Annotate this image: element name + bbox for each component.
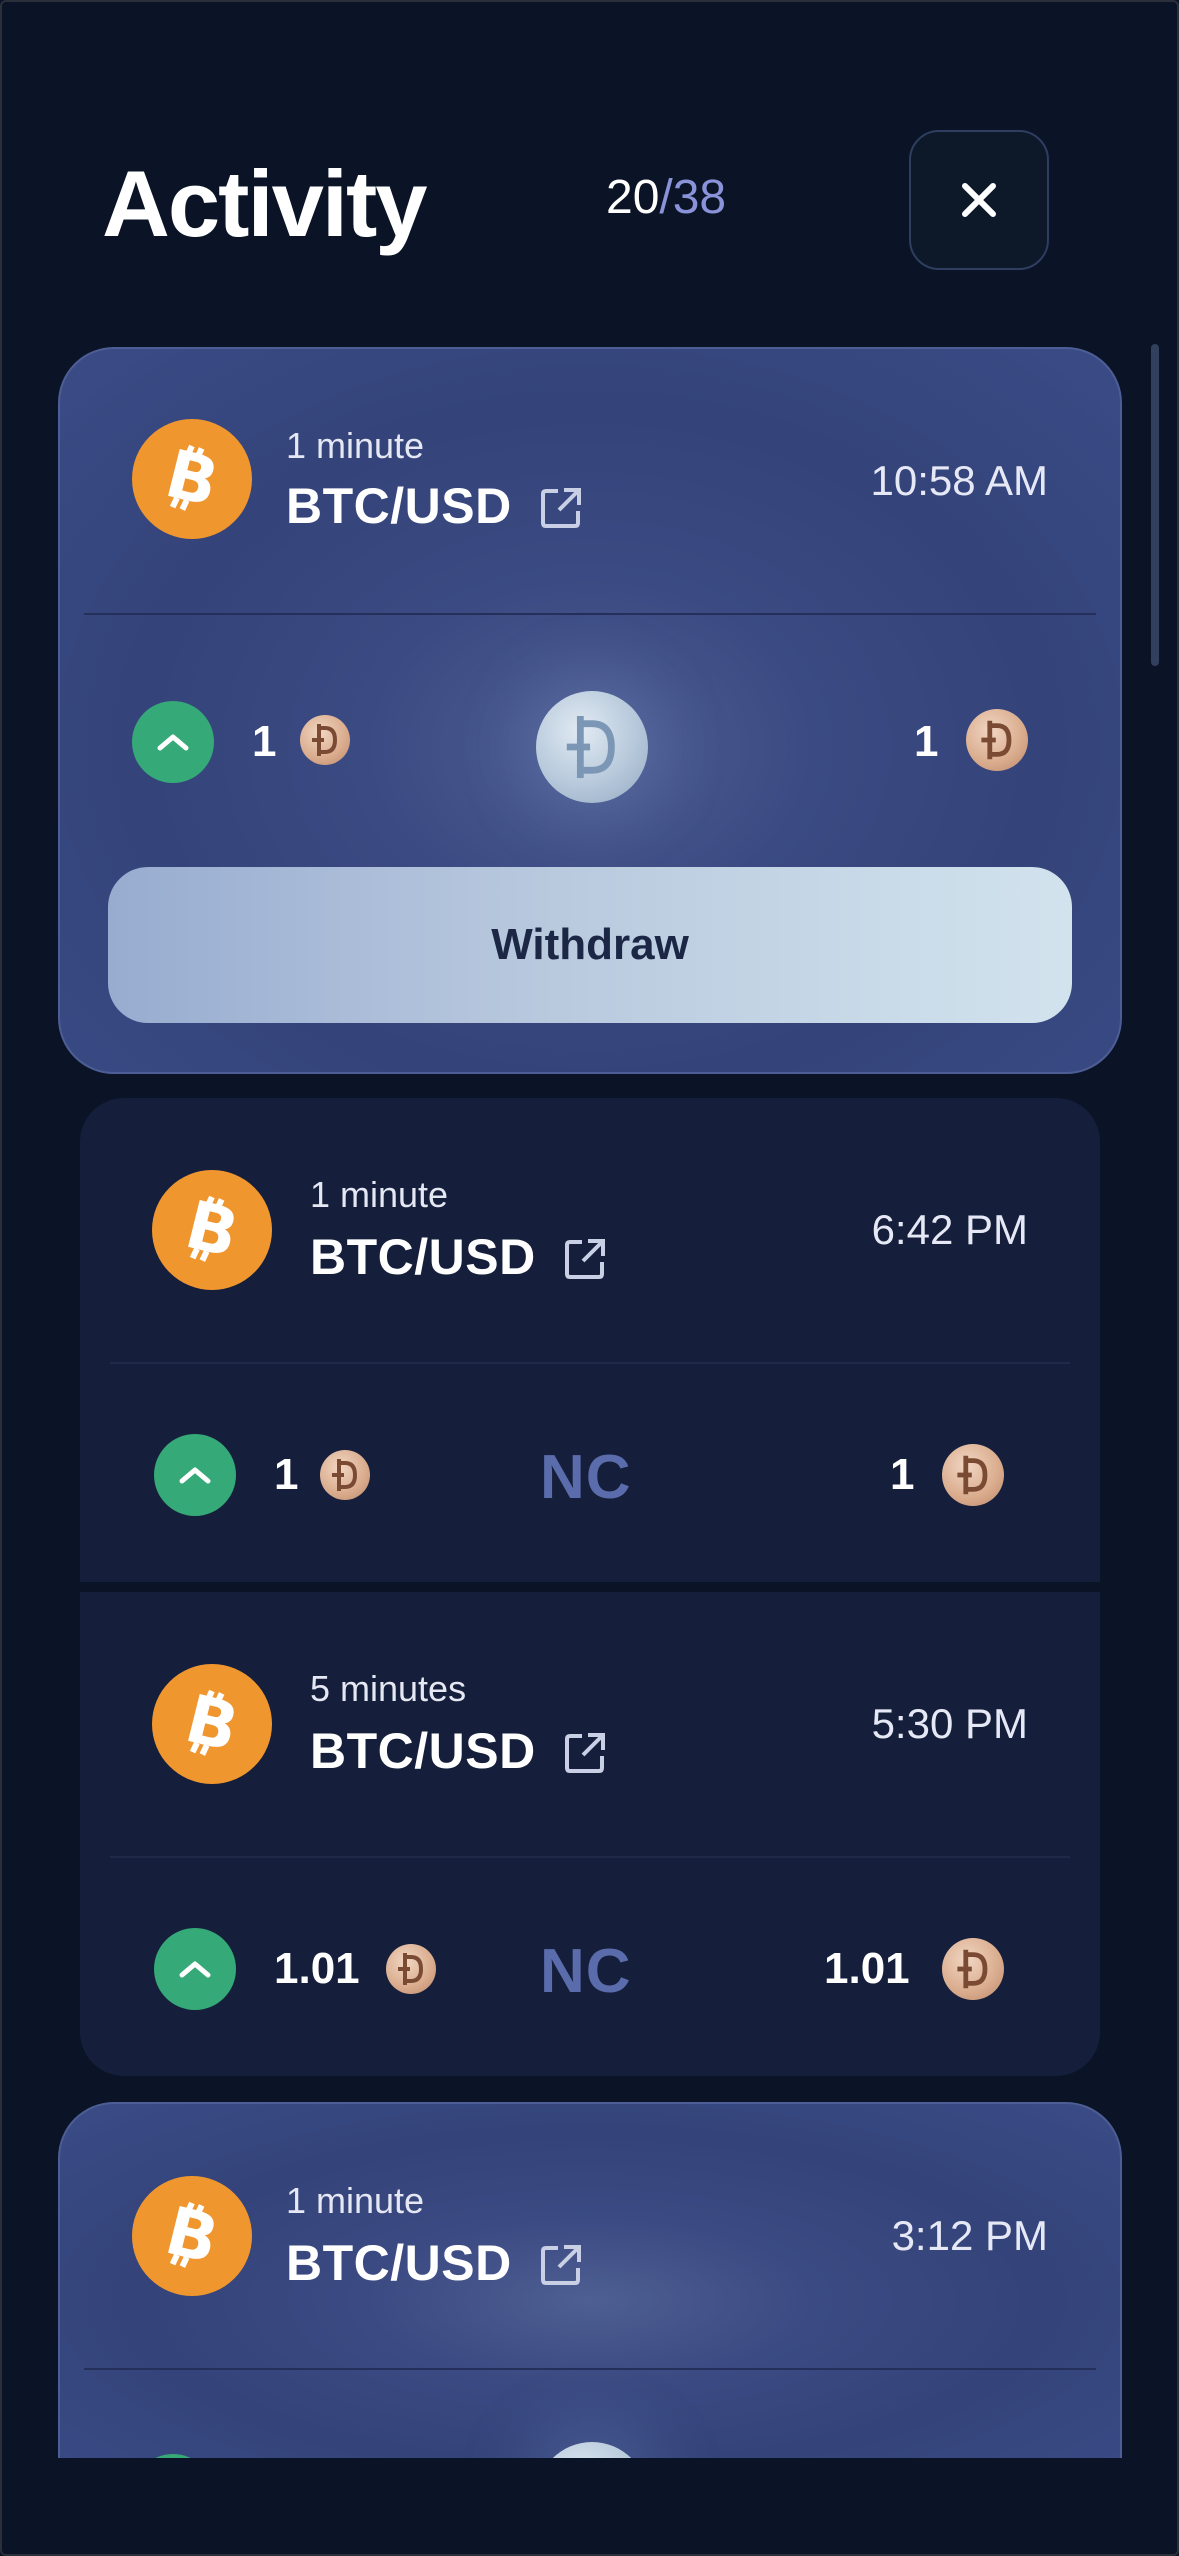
card-divider — [110, 1856, 1070, 1858]
no-change-label: NC — [540, 1937, 632, 2006]
direction-up-badge — [154, 1434, 236, 1516]
payout-amount: 1 — [914, 717, 939, 766]
bitcoin-icon: B — [132, 419, 252, 539]
scrollbar[interactable] — [1151, 344, 1159, 666]
payout-amount: 1 — [890, 1450, 915, 1499]
trade-time: 6:42 PM — [871, 1206, 1028, 1253]
trading-pair: BTC/USD — [310, 1723, 536, 1779]
trade-duration: 1 minute — [310, 1174, 449, 1215]
trading-pair: BTC/USD — [310, 1229, 536, 1285]
chevron-up-icon — [179, 1961, 211, 1978]
direction-up-badge — [154, 1928, 236, 2010]
currency-coin-icon — [966, 709, 1028, 771]
currency-coin-icon — [942, 1444, 1004, 1506]
trading-pair: BTC/USD — [286, 478, 512, 534]
bitcoin-icon: B — [132, 2176, 252, 2296]
activity-card[interactable]: B 1 minute BTC/USD 3:12 PM — [58, 2102, 1122, 2554]
card-divider — [110, 1362, 1070, 1364]
currency-coin-icon — [386, 1944, 436, 1994]
stake-amount: 1.01 — [274, 1944, 360, 1993]
bitcoin-icon: B — [152, 1664, 272, 1784]
close-button[interactable] — [909, 130, 1049, 270]
counter-separator: / — [659, 171, 673, 224]
external-link-icon[interactable] — [538, 2242, 584, 2288]
trade-duration: 1 minute — [286, 425, 425, 466]
external-link-icon[interactable] — [562, 1730, 608, 1776]
trade-time: 10:58 AM — [870, 457, 1048, 504]
external-link-icon[interactable] — [562, 1236, 608, 1282]
counter-current: 20 — [606, 171, 660, 224]
currency-coin-icon — [942, 1938, 1004, 2000]
trade-time: 3:12 PM — [891, 2212, 1048, 2259]
activity-screen: Activity 20/38 B 1 minute BTC/USD 10:58 … — [0, 0, 1179, 2556]
no-change-label: NC — [540, 1443, 632, 1512]
activity-card[interactable]: B 1 minute BTC/USD 6:42 PM 1 NC 1 — [80, 1098, 1100, 1582]
trade-time: 5:30 PM — [871, 1700, 1028, 1747]
card-divider — [84, 613, 1096, 615]
trade-duration: 5 minutes — [310, 1668, 467, 1709]
currency-coin-icon — [320, 1450, 370, 1500]
payout-amount: 1.01 — [824, 1944, 910, 1993]
activity-counter: 20/38 — [606, 170, 726, 225]
direction-up-badge — [132, 701, 214, 783]
trade-duration: 1 minute — [286, 2180, 425, 2221]
bitcoin-icon: B — [152, 1170, 272, 1290]
currency-coin-icon — [300, 715, 350, 765]
stake-amount: 1 — [274, 1450, 299, 1499]
close-icon — [962, 183, 996, 217]
bottom-mask — [2, 2458, 1177, 2554]
trading-pair: BTC/USD — [286, 2235, 512, 2291]
center-coin-icon — [536, 691, 648, 803]
chevron-up-icon — [179, 1467, 211, 1484]
page-title: Activity — [102, 151, 428, 256]
activity-card[interactable]: B 5 minutes BTC/USD 5:30 PM 1.01 NC 1.01 — [80, 1592, 1100, 2076]
activity-card[interactable]: B 1 minute BTC/USD 10:58 AM 1 1 Withdraw — [58, 347, 1122, 1074]
card-divider — [84, 2368, 1096, 2370]
external-link-icon[interactable] — [538, 485, 584, 531]
chevron-up-icon — [157, 734, 189, 751]
stake-amount: 1 — [252, 717, 277, 766]
withdraw-button[interactable]: Withdraw — [108, 867, 1072, 1023]
counter-total: 38 — [672, 171, 727, 224]
